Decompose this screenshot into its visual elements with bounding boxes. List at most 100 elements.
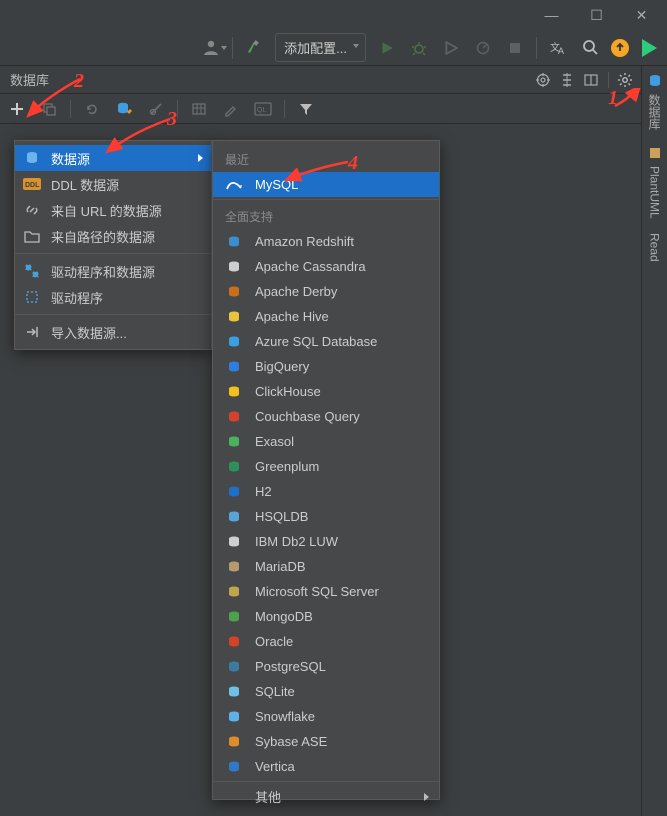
db-vendor-icon — [225, 683, 243, 701]
database-panel-title: 数据库 — [6, 70, 531, 89]
submenu-item-db[interactable]: Couchbase Query — [213, 404, 439, 429]
scroll-sync-icon[interactable] — [555, 68, 579, 92]
submenu-item-db[interactable]: Greenplum — [213, 454, 439, 479]
submenu-item-db[interactable]: Snowflake — [213, 704, 439, 729]
menu-separator — [15, 253, 211, 254]
stop-icon[interactable] — [504, 37, 526, 59]
window-minimize-button[interactable]: — — [529, 1, 574, 29]
window-maximize-button[interactable]: ☐ — [574, 1, 619, 29]
submenu-item-db[interactable]: PostgreSQL — [213, 654, 439, 679]
submenu-item-db[interactable]: Apache Derby — [213, 279, 439, 304]
right-tool-gutter: 数据库 PlantUML Read — [641, 66, 667, 816]
submenu-item-db[interactable]: Sybase ASE — [213, 729, 439, 754]
ddl-icon: DDL — [23, 175, 41, 193]
toolbar-separator — [603, 68, 613, 92]
menu-item-label: ClickHouse — [255, 384, 321, 399]
db-vendor-icon — [225, 708, 243, 726]
submenu-item-db[interactable]: Microsoft SQL Server — [213, 579, 439, 604]
menu-item-import-data-source[interactable]: 导入数据源... — [15, 319, 211, 345]
submenu-item-db[interactable]: IBM Db2 LUW — [213, 529, 439, 554]
build-icon[interactable] — [243, 37, 265, 59]
refresh-icon[interactable] — [81, 98, 103, 120]
menu-item-data-source[interactable]: 数据源 — [15, 145, 211, 171]
main-toolbar: 添加配置... 文A — [0, 30, 667, 66]
gutter-tab-read[interactable]: Read — [648, 233, 662, 262]
db-vendor-icon — [225, 483, 243, 501]
svg-text:QL: QL — [257, 107, 266, 114]
database-toolbar: QL — [0, 94, 667, 124]
database-panel-header: 数据库 — — [0, 66, 667, 94]
edit-icon[interactable] — [220, 98, 242, 120]
menu-item-label: Oracle — [255, 634, 293, 649]
menu-item-ddl-data-source[interactable]: DDL DDL 数据源 — [15, 171, 211, 197]
title-bar: — ☐ ✕ — [0, 0, 667, 30]
update-available-icon[interactable] — [611, 39, 629, 57]
menu-item-label: PostgreSQL — [255, 659, 326, 674]
run-configuration-label: 添加配置... — [284, 41, 347, 56]
profile-icon[interactable] — [472, 37, 494, 59]
settings-icon[interactable] — [613, 68, 637, 92]
disconnect-icon[interactable] — [145, 98, 167, 120]
link-icon — [23, 201, 41, 219]
target-icon[interactable] — [531, 68, 555, 92]
menu-item-label: HSQLDB — [255, 509, 308, 524]
menu-item-label: Sybase ASE — [255, 734, 327, 749]
submenu-item-db[interactable]: Azure SQL Database — [213, 329, 439, 354]
submenu-item-db[interactable]: MongoDB — [213, 604, 439, 629]
submenu-item-db[interactable]: SQLite — [213, 679, 439, 704]
database-icon — [646, 72, 664, 90]
gutter-tab-database[interactable]: 数据库 — [646, 72, 664, 130]
submenu-item-mysql[interactable]: MySQL — [213, 172, 439, 197]
filter-icon[interactable] — [295, 98, 317, 120]
folder-icon — [23, 227, 41, 245]
gutter-tab-plantuml[interactable]: PlantUML — [646, 144, 664, 219]
duplicate-icon[interactable] — [38, 98, 60, 120]
svg-text:DDL: DDL — [25, 182, 40, 189]
search-icon[interactable] — [579, 37, 601, 59]
gutter-tab-label: Read — [648, 233, 662, 262]
submenu-item-db[interactable]: Vertica — [213, 754, 439, 779]
data-source-properties-icon[interactable] — [113, 98, 135, 120]
table-view-icon[interactable] — [188, 98, 210, 120]
menu-separator — [213, 781, 439, 782]
user-menu-button[interactable] — [202, 38, 222, 58]
db-vendor-icon — [225, 583, 243, 601]
menu-item-path-data-source[interactable]: 来自路径的数据源 — [15, 223, 211, 249]
window-close-button[interactable]: ✕ — [619, 1, 664, 29]
submenu-item-other[interactable]: 其他 — [213, 784, 439, 809]
add-datasource-button[interactable] — [6, 98, 28, 120]
submenu-item-db[interactable]: Oracle — [213, 629, 439, 654]
driver-icon — [23, 288, 41, 306]
db-vendor-icon — [225, 733, 243, 751]
menu-item-label: Apache Cassandra — [255, 259, 366, 274]
submenu-item-db[interactable]: Amazon Redshift — [213, 229, 439, 254]
submenu-item-db[interactable]: BigQuery — [213, 354, 439, 379]
submenu-item-db[interactable]: HSQLDB — [213, 504, 439, 529]
toolbar-separator — [70, 100, 71, 118]
submenu-item-db[interactable]: H2 — [213, 479, 439, 504]
submenu-item-db[interactable]: ClickHouse — [213, 379, 439, 404]
submenu-item-db[interactable]: Exasol — [213, 429, 439, 454]
split-icon[interactable] — [579, 68, 603, 92]
gutter-tab-label: PlantUML — [648, 166, 662, 219]
menu-item-drivers-and-sources[interactable]: 驱动程序和数据源 — [15, 258, 211, 284]
debug-icon[interactable] — [408, 37, 430, 59]
run-configuration-selector[interactable]: 添加配置... — [275, 33, 366, 62]
db-vendor-icon — [225, 508, 243, 526]
submenu-item-db[interactable]: Apache Cassandra — [213, 254, 439, 279]
sql-console-icon[interactable]: QL — [252, 98, 274, 120]
menu-item-label: BigQuery — [255, 359, 309, 374]
mysql-icon — [225, 176, 243, 194]
toolbar-separator — [536, 37, 537, 59]
menu-item-label: MariaDB — [255, 559, 306, 574]
menu-item-drivers[interactable]: 驱动程序 — [15, 284, 211, 310]
translate-icon[interactable]: 文A — [547, 37, 569, 59]
coverage-icon[interactable] — [440, 37, 462, 59]
menu-item-url-data-source[interactable]: 来自 URL 的数据源 — [15, 197, 211, 223]
ide-logo-icon[interactable] — [639, 39, 657, 57]
menu-item-label: H2 — [255, 484, 272, 499]
submenu-item-db[interactable]: Apache Hive — [213, 304, 439, 329]
run-icon[interactable] — [376, 37, 398, 59]
menu-item-label: Apache Derby — [255, 284, 337, 299]
submenu-item-db[interactable]: MariaDB — [213, 554, 439, 579]
